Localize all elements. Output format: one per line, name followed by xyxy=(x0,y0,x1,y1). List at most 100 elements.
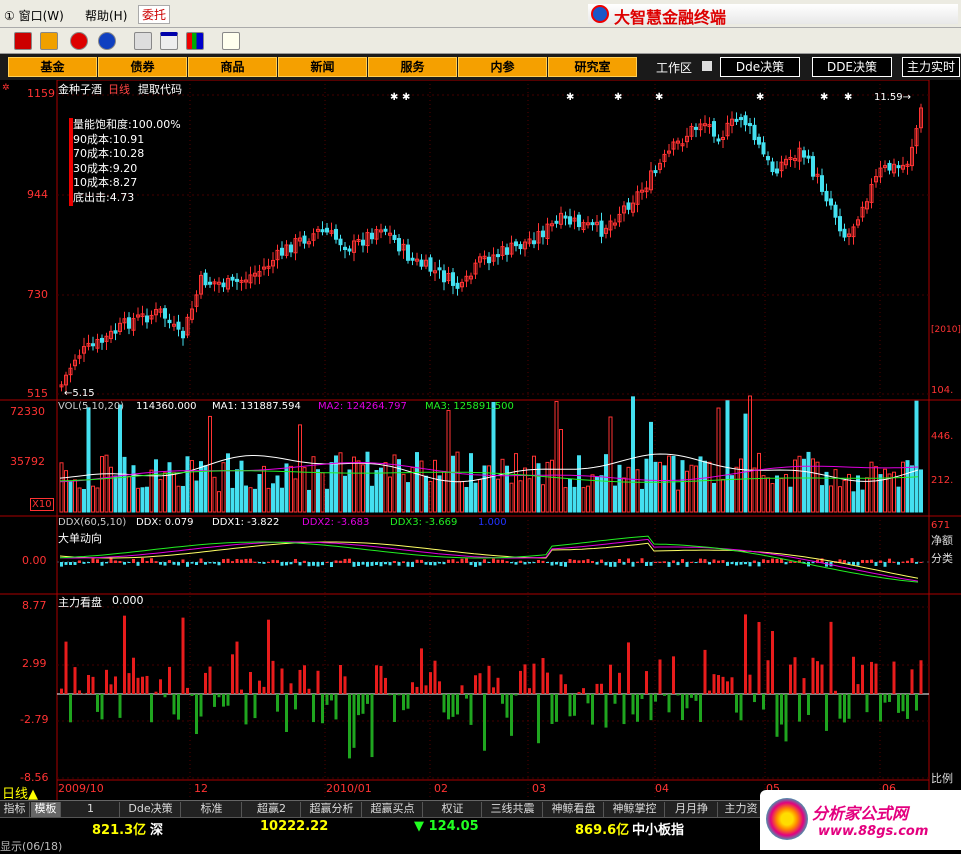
ddx-bar xyxy=(433,562,437,566)
ddx-bar xyxy=(460,558,464,563)
extract-code-link[interactable]: 提取代码 xyxy=(138,81,182,97)
main-force-bar xyxy=(591,694,594,725)
tab-main-fund[interactable]: 主力资 xyxy=(719,802,764,817)
tab-chaoying2[interactable]: 超赢2 xyxy=(243,802,301,817)
main-force-bar xyxy=(676,694,680,696)
ddx-bar xyxy=(163,562,167,566)
help-cursor-icon[interactable] xyxy=(222,32,240,50)
volume-bar xyxy=(140,487,145,513)
menu-help[interactable]: 帮助(H) xyxy=(85,7,127,24)
tab-whale-control[interactable]: 神鲸掌控 xyxy=(605,802,665,817)
volume-bar xyxy=(181,485,185,513)
tab-chaoying-analysis[interactable]: 超赢分析 xyxy=(302,802,362,817)
ddx-bar xyxy=(96,559,99,563)
candle-body xyxy=(743,115,748,126)
menu-order[interactable]: 委托 xyxy=(138,5,171,24)
price-tick-3: 730 xyxy=(27,288,48,301)
ddx-bar xyxy=(456,561,459,563)
volume-bar xyxy=(685,470,689,513)
price-tick-4: 515 xyxy=(27,387,48,400)
ddx-bar xyxy=(654,561,657,563)
nav-main-realtime[interactable]: 主力实时 xyxy=(902,57,960,77)
tab-dde[interactable]: Dde决策 xyxy=(121,802,181,817)
candle-body xyxy=(370,232,374,240)
volume-bar xyxy=(554,400,559,513)
tool-4-icon[interactable] xyxy=(98,32,116,50)
date-label-4: 02 xyxy=(434,782,448,795)
volume-bar xyxy=(568,478,572,513)
main-force-bar xyxy=(856,684,860,694)
main-force-bar xyxy=(645,671,648,694)
tab-standard[interactable]: 标准 xyxy=(182,802,242,817)
volume-bar xyxy=(86,407,91,513)
tool-2-icon[interactable] xyxy=(40,32,58,50)
close-icon[interactable]: ✲ xyxy=(2,83,10,93)
nav-research[interactable]: 研究室 xyxy=(548,57,637,77)
nav-dde-decision[interactable]: Dde决策 xyxy=(720,57,800,77)
tab-whale-watch[interactable]: 神鲸看盘 xyxy=(544,802,604,817)
nav-service[interactable]: 服务 xyxy=(368,57,457,77)
ddx-bar xyxy=(618,558,621,563)
chart-area[interactable]: ✱ ✱ ✱ ✱ ✱ ✱ ✱ ✱ 金种子酒 日线 提取代码 ✲ 1159 944 730 515… xyxy=(0,80,961,802)
candle-body xyxy=(770,161,775,173)
candle-body xyxy=(419,259,424,267)
main-force-bar xyxy=(757,622,761,694)
ddx-bar xyxy=(478,562,482,566)
ddx-bar xyxy=(226,558,230,563)
candle-body xyxy=(343,246,347,251)
ddx-bar xyxy=(109,558,113,563)
tab-monthly[interactable]: 月月挣 xyxy=(666,802,718,817)
candle-body xyxy=(176,321,181,330)
ddx-bar xyxy=(532,562,536,564)
tool-6-icon[interactable] xyxy=(160,32,178,50)
main-force-bar xyxy=(622,694,626,725)
nav-news[interactable]: 新闻 xyxy=(278,57,367,77)
volume-bar xyxy=(280,487,284,513)
nav-dde-decision-2[interactable]: DDE决策 xyxy=(812,57,892,77)
main-force-bar xyxy=(91,676,95,694)
chevron-down-icon[interactable] xyxy=(702,61,712,71)
volume-bar xyxy=(775,475,779,513)
main-force-bar xyxy=(109,684,113,694)
event-marker: ✱ xyxy=(566,92,574,103)
ddx-bar xyxy=(123,562,126,565)
ddx-bar xyxy=(919,561,923,563)
tab-1[interactable]: 1 xyxy=(62,802,120,817)
tab-indicator[interactable]: 指标 xyxy=(0,802,30,817)
menu-window[interactable]: ① 窗口(W) xyxy=(4,7,64,24)
volume-bar xyxy=(761,475,766,513)
main-force-bar xyxy=(699,694,702,723)
tab-three-lines[interactable]: 三线共震 xyxy=(483,802,543,817)
tab-warrant[interactable]: 权证 xyxy=(424,802,482,817)
right-tick-4: 671 xyxy=(931,520,951,531)
nav-insider[interactable]: 内参 xyxy=(458,57,547,77)
tool-7-icon[interactable] xyxy=(186,32,204,50)
workspace-label[interactable]: 工作区 xyxy=(656,59,692,76)
tool-3-icon[interactable] xyxy=(70,32,88,50)
candle-body xyxy=(748,123,752,127)
nav-fund[interactable]: 基金 xyxy=(8,57,97,77)
volume-bar xyxy=(541,484,545,513)
nav-commodity[interactable]: 商品 xyxy=(188,57,277,77)
main-force-bar xyxy=(73,667,77,694)
volume-bar xyxy=(64,470,68,513)
volume-bar xyxy=(833,469,838,513)
ddx-bar xyxy=(114,560,117,563)
main-force-bar xyxy=(897,694,900,713)
nav-bond[interactable]: 债券 xyxy=(98,57,187,77)
candle-body xyxy=(757,136,761,145)
main-force-bar xyxy=(145,675,149,694)
main-force-bar xyxy=(208,666,212,694)
main-force-bar xyxy=(213,694,216,707)
candle-body xyxy=(712,121,716,137)
ddx-bar xyxy=(361,562,365,565)
volume-bar xyxy=(910,465,914,513)
tool-1-icon[interactable] xyxy=(14,32,32,50)
tab-template[interactable]: 模板 xyxy=(31,802,61,817)
volume-bar xyxy=(649,421,653,513)
tab-chaoying-buy[interactable]: 超赢买点 xyxy=(363,802,423,817)
main-value: 0.000 xyxy=(112,594,144,607)
candle-body xyxy=(532,240,536,245)
tool-5-icon[interactable] xyxy=(134,32,152,50)
main-force-bar xyxy=(865,694,869,713)
